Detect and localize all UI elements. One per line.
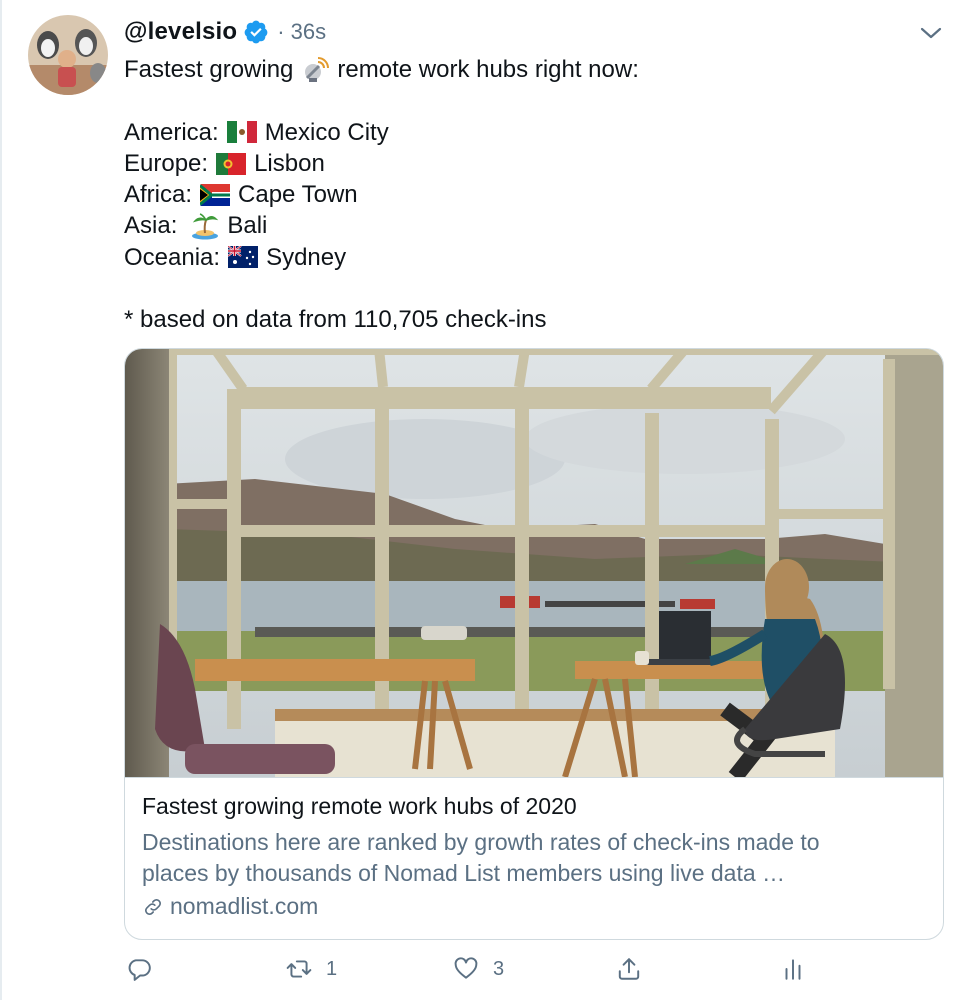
region-row-oceania: Oceania: Sydney	[124, 242, 639, 273]
link-preview-card[interactable]: Fastest growing remote work hubs of 2020…	[124, 348, 944, 940]
link-icon	[145, 898, 161, 915]
region-row-europe: Europe: Lisbon	[124, 148, 639, 179]
retweet-button[interactable]: 1	[286, 956, 337, 982]
card-domain[interactable]: nomadlist.com	[142, 893, 318, 920]
intro-text: Fastest growing	[124, 56, 294, 83]
retweet-icon	[286, 960, 312, 978]
share-icon	[618, 958, 640, 980]
satellite-antenna-icon	[305, 56, 330, 82]
region-label: Asia:	[124, 212, 178, 240]
tweet-header: @levelsio · 36s	[124, 16, 326, 48]
region-label: Oceania:	[124, 243, 221, 271]
region-city: Cape Town	[238, 181, 358, 209]
timeline-border	[0, 0, 2, 1000]
header-separator: ·	[277, 19, 285, 44]
region-city: Bali	[227, 212, 268, 240]
south-africa-flag-icon	[200, 183, 231, 206]
avatar[interactable]	[28, 15, 108, 95]
reply-button[interactable]	[126, 956, 166, 982]
card-title: Fastest growing remote work hubs of 2020	[142, 793, 577, 819]
island-icon	[192, 213, 219, 240]
region-label: Europe:	[124, 149, 209, 177]
region-row-america: America: Mexico City	[124, 117, 639, 148]
heart-icon	[454, 957, 478, 979]
card-description: Destinations here are ranked by growth r…	[142, 827, 932, 889]
analytics-button[interactable]	[780, 956, 806, 982]
tweet-actions: 1 3	[0, 956, 964, 990]
reply-icon	[128, 959, 151, 981]
card-domain-text: nomadlist.com	[170, 893, 319, 919]
region-row-asia: Asia: Bali	[124, 210, 639, 241]
mexico-flag-icon	[226, 121, 257, 144]
timestamp[interactable]: 36s	[291, 19, 326, 45]
tweet-intro-line: Fastest growing remote work hubs right n…	[124, 54, 639, 85]
footnote: * based on data from 110,705 check-ins	[124, 306, 547, 334]
region-city: Sydney	[266, 243, 347, 271]
like-button[interactable]: 3	[453, 956, 504, 982]
intro-text-after: remote work hubs right now:	[337, 56, 639, 83]
region-city: Mexico City	[264, 118, 389, 146]
tweet-body: Fastest growing remote work hubs right n…	[124, 54, 639, 336]
region-row-africa: Africa: Cape Town	[124, 179, 639, 210]
user-handle[interactable]: @levelsio	[124, 18, 237, 46]
chevron-down-icon[interactable]	[918, 22, 944, 44]
region-city: Lisbon	[254, 149, 325, 177]
like-count: 3	[493, 957, 505, 980]
analytics-icon	[785, 959, 801, 980]
card-description-line: Destinations here are ranked by growth r…	[142, 829, 820, 855]
region-label: America:	[124, 118, 219, 146]
retweet-count: 1	[326, 957, 338, 980]
australia-flag-icon	[228, 246, 259, 269]
card-image	[125, 349, 943, 778]
card-description-line: places by thousands of Nomad List member…	[142, 860, 786, 886]
portugal-flag-icon	[216, 152, 247, 175]
verified-badge-icon	[244, 20, 268, 44]
share-button[interactable]	[616, 956, 642, 982]
region-label: Africa:	[124, 181, 193, 209]
